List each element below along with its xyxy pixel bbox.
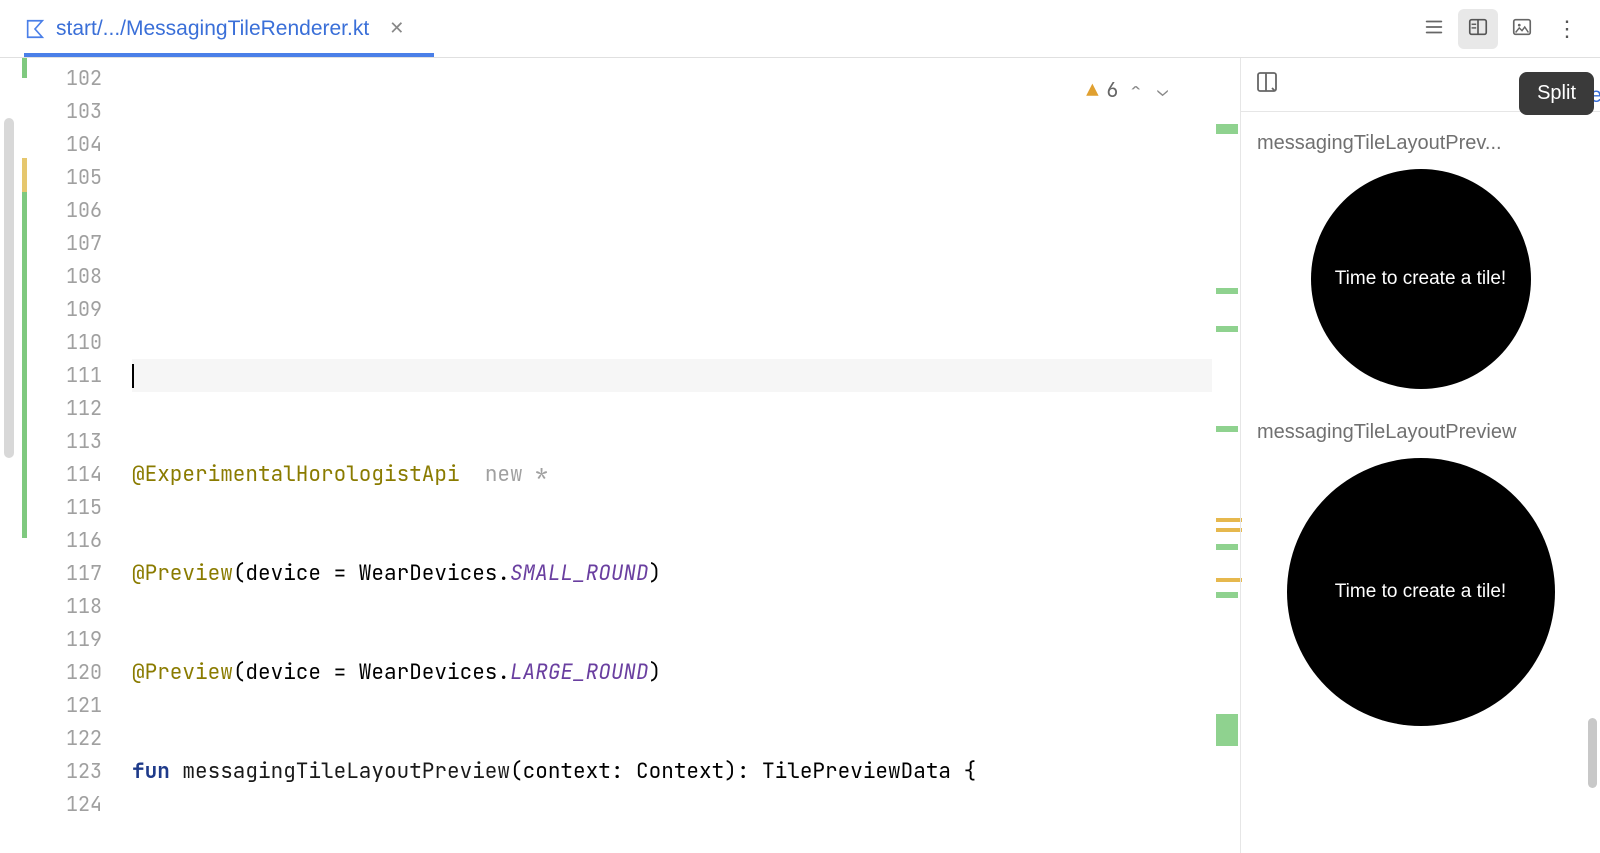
layout-icon[interactable] [1255, 70, 1279, 99]
preview-item[interactable]: messagingTileLayoutPrev... Time to creat… [1257, 132, 1584, 389]
line-number-gutter: 102 103 104 105 106 107 108 109 110 111 … [22, 58, 132, 853]
text-caret [132, 364, 134, 388]
line-number: 104 [22, 128, 102, 161]
line-number: 112 [22, 392, 102, 425]
next-problem-button[interactable]: ⌄ [1153, 74, 1172, 107]
line-number: 114 [22, 458, 102, 491]
line-number: 106 [22, 194, 102, 227]
line-number: 110 [22, 326, 102, 359]
wear-preview-small[interactable]: Time to create a tile! [1311, 169, 1531, 389]
kotlin-file-icon [24, 18, 46, 40]
line-number: 105 [22, 161, 102, 194]
warning-icon: ▲ [1086, 74, 1098, 107]
code-line[interactable]: fun messagingTileLayoutPreview(context: … [132, 755, 1212, 788]
code-line[interactable] [132, 260, 1212, 293]
preview-content[interactable]: messagingTileLayoutPrev... Time to creat… [1241, 112, 1600, 853]
preview-label: messagingTileLayoutPreview [1257, 421, 1584, 444]
preview-scrollbar-thumb[interactable] [1588, 718, 1597, 788]
line-number: 111 [22, 359, 102, 392]
line-number: 124 [22, 788, 102, 821]
code-line[interactable]: @ExperimentalHorologistApi new * [132, 458, 1212, 491]
prev-problem-button[interactable]: ⌃ [1126, 74, 1145, 107]
line-number: 121 [22, 689, 102, 722]
line-number: 102 [22, 62, 102, 95]
vcs-added-marker [22, 58, 27, 78]
line-number: 109 [22, 293, 102, 326]
line-number: 119 [22, 623, 102, 656]
preview-toolbar: ✓ ate Split [1241, 58, 1600, 112]
line-number: 116 [22, 524, 102, 557]
code-editor[interactable]: 102 103 104 105 106 107 108 109 110 111 … [22, 58, 1240, 853]
preview-panel: ✓ ate Split messagingTileLayoutPrev... T… [1240, 58, 1600, 853]
stripe-marker[interactable] [1216, 426, 1238, 432]
stripe-warning-marker[interactable] [1216, 578, 1242, 582]
vcs-modified-marker [22, 158, 27, 192]
line-number: 108 [22, 260, 102, 293]
tile-text: Time to create a tile! [1335, 581, 1506, 603]
editor-scrollbar[interactable] [0, 58, 22, 853]
stripe-warning-marker[interactable] [1216, 518, 1242, 522]
tab-active-indicator [24, 53, 434, 57]
stripe-marker[interactable] [1216, 326, 1238, 332]
line-number: 123 [22, 755, 102, 788]
editor-view-toolbar: ⋮ [1414, 0, 1588, 58]
line-number: 107 [22, 227, 102, 260]
stripe-marker[interactable] [1216, 714, 1238, 746]
line-number: 122 [22, 722, 102, 755]
view-code-only-button[interactable] [1414, 9, 1454, 49]
vcs-gutter [22, 58, 28, 853]
vcs-added-marker [22, 158, 27, 538]
stripe-marker[interactable] [1216, 124, 1238, 134]
error-stripe[interactable] [1212, 58, 1240, 853]
preview-item[interactable]: messagingTileLayoutPreview Time to creat… [1257, 421, 1584, 726]
stripe-warning-marker[interactable] [1216, 528, 1242, 532]
view-design-only-button[interactable] [1502, 9, 1542, 49]
stripe-marker[interactable] [1216, 544, 1238, 550]
line-number: 118 [22, 590, 102, 623]
code-line[interactable] [132, 359, 1212, 392]
view-split-button[interactable] [1458, 9, 1498, 49]
tab-bar: start/.../MessagingTileRenderer.kt ✕ ⋮ [0, 0, 1600, 58]
line-number: 120 [22, 656, 102, 689]
tooltip: Split [1519, 72, 1594, 115]
inspection-summary[interactable]: ▲ 6 ⌃ ⌄ [1086, 74, 1172, 107]
tile-text: Time to create a tile! [1335, 268, 1506, 290]
line-number: 113 [22, 425, 102, 458]
line-number: 103 [22, 95, 102, 128]
code-text-area[interactable]: ▲ 6 ⌃ ⌄ @ExperimentalHorologistApi new *… [132, 58, 1212, 853]
close-tab-icon[interactable]: ✕ [379, 18, 414, 39]
line-number: 117 [22, 557, 102, 590]
tab-label: start/.../MessagingTileRenderer.kt [56, 17, 369, 41]
stripe-marker[interactable] [1216, 592, 1238, 598]
warning-count: 6 [1106, 74, 1118, 107]
code-line[interactable]: @Preview(device = WearDevices.SMALL_ROUN… [132, 557, 1212, 590]
code-line[interactable] [132, 161, 1212, 194]
preview-label: messagingTileLayoutPrev... [1257, 132, 1584, 155]
more-options-button[interactable]: ⋮ [1546, 16, 1588, 42]
wear-preview-large[interactable]: Time to create a tile! [1287, 458, 1555, 726]
line-number: 115 [22, 491, 102, 524]
file-tab[interactable]: start/.../MessagingTileRenderer.kt ✕ [0, 0, 430, 57]
main-area: 102 103 104 105 106 107 108 109 110 111 … [0, 58, 1600, 853]
stripe-marker[interactable] [1216, 288, 1238, 294]
scrollbar-thumb[interactable] [4, 118, 14, 458]
code-line[interactable]: @Preview(device = WearDevices.LARGE_ROUN… [132, 656, 1212, 689]
